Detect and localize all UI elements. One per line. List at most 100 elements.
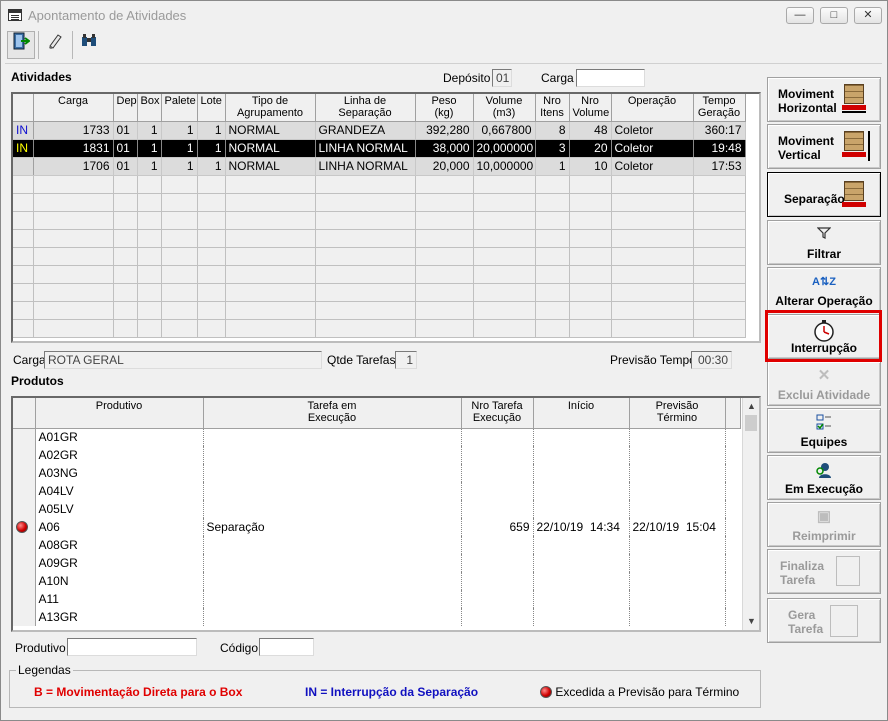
codigo-filter-input[interactable] xyxy=(259,638,314,656)
col-palete[interactable]: Palete xyxy=(161,94,198,122)
empty-cell xyxy=(415,247,474,266)
col-linha-separacao[interactable]: Linha de Separação xyxy=(315,94,416,122)
table-row[interactable]: 1706 01 1 1 1 NORMAL LINHA NORMAL 20,000… xyxy=(13,157,746,176)
cell-produtivo: A05LV xyxy=(35,500,204,518)
row-indicator xyxy=(13,482,36,500)
empty-cell xyxy=(225,193,316,212)
produtos-row[interactable]: A11 xyxy=(13,590,740,608)
col-tarefa-execucao[interactable]: Tarefa em Execução xyxy=(203,398,462,429)
empty-cell xyxy=(197,265,226,284)
empty-cell xyxy=(611,265,694,284)
col-operacao[interactable]: Operação xyxy=(611,94,694,122)
cell-nro-volume: 48 xyxy=(569,121,612,140)
carga-filter-input[interactable] xyxy=(576,69,645,87)
exclui-atividade-button[interactable]: ✕ Exclui Atividade xyxy=(767,361,881,406)
col-box[interactable]: Box xyxy=(137,94,162,122)
col-carga[interactable]: Carga xyxy=(33,94,114,122)
scroll-thumb[interactable] xyxy=(745,415,757,431)
row-indicator xyxy=(13,428,36,446)
empty-cell xyxy=(137,193,162,212)
filtrar-button[interactable]: Filtrar xyxy=(767,220,881,265)
produtos-row[interactable]: A09GR xyxy=(13,554,740,572)
cell-lote: 1 xyxy=(197,157,226,176)
table-row-selected[interactable]: IN 1831 01 1 1 1 NORMAL LINHA NORMAL 38,… xyxy=(13,139,746,158)
col-nro-itens[interactable]: Nro Itens xyxy=(535,94,570,122)
produtos-row[interactable]: A13GR xyxy=(13,608,740,626)
cell-nro-tarefa xyxy=(461,536,534,554)
produtos-row[interactable]: A06 Separação 659 22/10/19 14:34 22/10/19 15… xyxy=(13,518,740,536)
produtos-row[interactable]: A04LV xyxy=(13,482,740,500)
minimize-button[interactable]: — xyxy=(786,7,814,24)
binoculars-icon[interactable] xyxy=(75,31,103,59)
produtos-row[interactable]: A01GR xyxy=(13,428,740,446)
produtos-row[interactable]: A10N xyxy=(13,572,740,590)
cell-tarefa: Separação xyxy=(203,518,462,536)
empty-cell xyxy=(13,265,34,284)
cell-tarefa xyxy=(203,482,462,500)
row-indicator xyxy=(13,608,36,626)
empty-cell xyxy=(535,229,570,248)
col-previsao-termino[interactable]: Previsão Término xyxy=(629,398,726,429)
em-execucao-button[interactable]: Em Execução xyxy=(767,455,881,500)
reimprimir-button[interactable]: ▣ Reimprimir xyxy=(767,502,881,547)
finaliza-tarefa-button[interactable]: Finaliza Tarefa xyxy=(767,549,881,594)
col-peso[interactable]: Peso (kg) xyxy=(415,94,474,122)
empty-cell xyxy=(137,301,162,320)
cell-inicio xyxy=(533,464,630,482)
equipes-button[interactable]: Equipes xyxy=(767,408,881,453)
interrupcao-highlight xyxy=(765,310,882,362)
produtos-row[interactable]: A03NG xyxy=(13,464,740,482)
produtos-scrollbar[interactable]: ▲ ▼ xyxy=(742,398,759,630)
close-button[interactable]: ✕ xyxy=(854,7,882,24)
col-tempo-geracao[interactable]: Tempo Geração xyxy=(693,94,746,122)
separacao-button[interactable]: Separação xyxy=(767,172,881,217)
moviment-vertical-button[interactable]: Moviment Vertical xyxy=(767,124,881,169)
produtivo-filter-input[interactable] xyxy=(67,638,197,656)
col-nro-tarefa[interactable]: Nro Tarefa Execução xyxy=(461,398,534,429)
cell-inicio xyxy=(533,608,630,626)
empty-cell xyxy=(13,229,34,248)
scroll-down-icon[interactable]: ▼ xyxy=(743,613,759,630)
col-lote[interactable]: Lote xyxy=(197,94,226,122)
empty-cell xyxy=(113,193,138,212)
produtos-row[interactable]: A02GR xyxy=(13,446,740,464)
table-row[interactable]: IN 1733 01 1 1 1 NORMAL GRANDEZA 392,280… xyxy=(13,121,746,140)
cell-previsao xyxy=(629,446,726,464)
filler-cell xyxy=(725,518,740,536)
col-volume[interactable]: Volume (m3) xyxy=(473,94,536,122)
cell-produtivo: A11 xyxy=(35,590,204,608)
red-ball-icon xyxy=(16,521,28,533)
empty-cell xyxy=(33,283,114,302)
exit-door-icon[interactable] xyxy=(7,31,35,59)
deposito-field[interactable]: 01 xyxy=(492,69,512,87)
sort-az-icon: A⇅Z xyxy=(812,276,836,288)
cell-volume: 20,000000 xyxy=(473,139,536,158)
cell-carga: 1831 xyxy=(33,139,114,158)
produtos-row[interactable]: A08GR xyxy=(13,536,740,554)
col-dep[interactable]: Dep xyxy=(113,94,138,122)
col-produtivo[interactable]: Produtivo xyxy=(35,398,204,429)
row-indicator xyxy=(13,446,36,464)
empty-cell xyxy=(473,301,536,320)
gera-tarefa-button[interactable]: Gera Tarefa xyxy=(767,598,881,643)
moviment-horizontal-button[interactable]: Moviment Horizontal xyxy=(767,77,881,122)
col-tipo-agrupamento[interactable]: Tipo de Agrupamento xyxy=(225,94,316,122)
scroll-up-icon[interactable]: ▲ xyxy=(743,398,759,415)
empty-cell xyxy=(33,319,114,338)
col-nro-volume[interactable]: Nro Volume xyxy=(569,94,612,122)
alterar-operacao-button[interactable]: A⇅Z Alterar Operação xyxy=(767,267,881,312)
empty-cell xyxy=(137,211,162,230)
maximize-button[interactable]: □ xyxy=(820,7,848,24)
empty-cell xyxy=(569,301,612,320)
empty-cell xyxy=(415,283,474,302)
produtos-row[interactable]: A05LV xyxy=(13,500,740,518)
col-inicio[interactable]: Início xyxy=(533,398,630,429)
empty-cell xyxy=(225,301,316,320)
cell-previsao xyxy=(629,572,726,590)
eraser-icon[interactable] xyxy=(41,31,69,59)
empty-cell xyxy=(535,175,570,194)
cell-nro-tarefa xyxy=(461,500,534,518)
cell-previsao xyxy=(629,482,726,500)
empty-cell xyxy=(33,247,114,266)
cell-produtivo: A06 xyxy=(35,518,204,536)
